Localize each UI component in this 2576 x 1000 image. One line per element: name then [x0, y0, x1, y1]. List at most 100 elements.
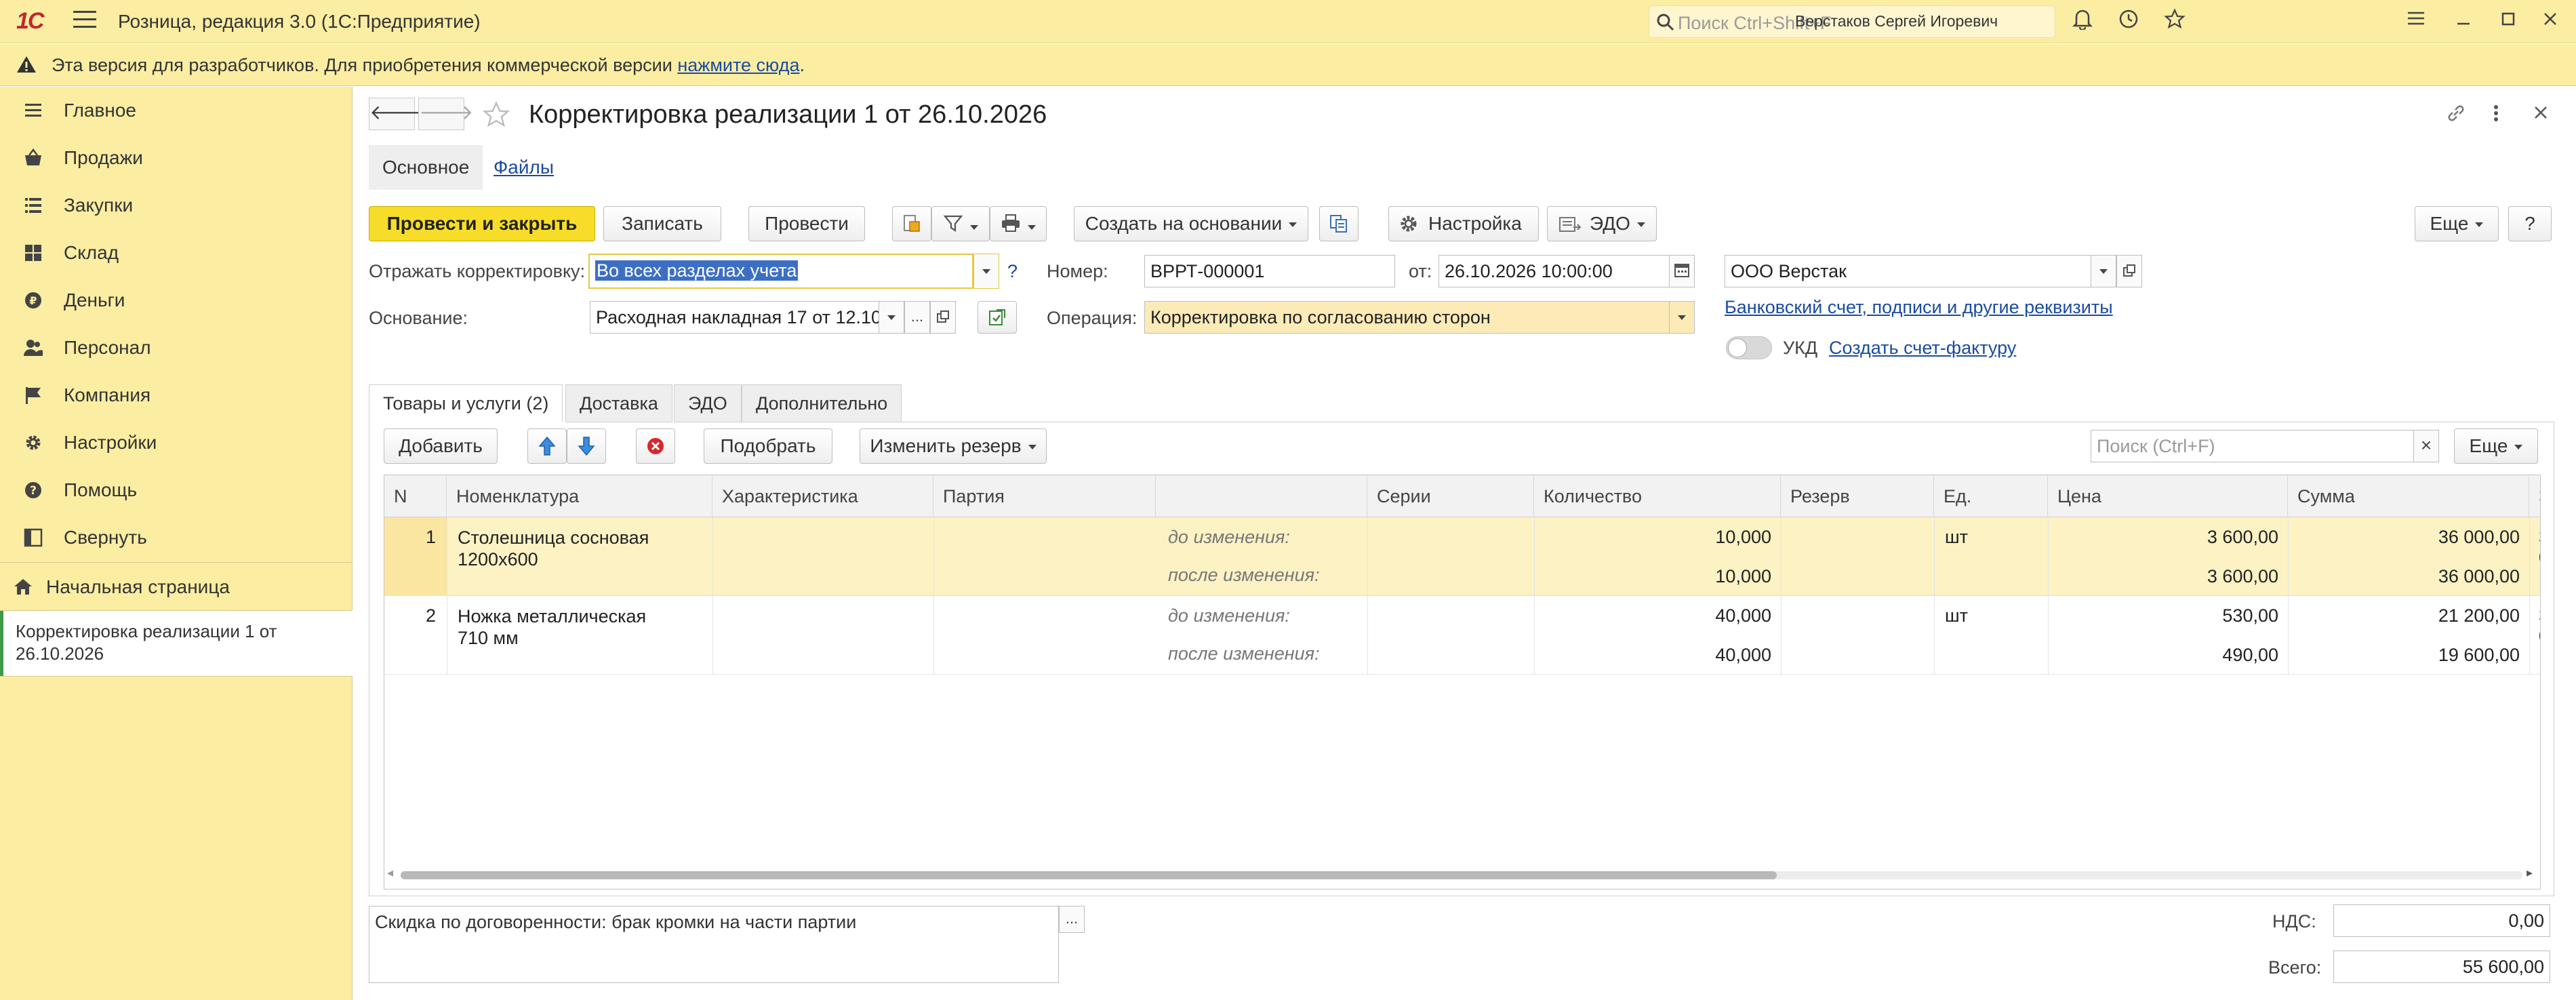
sidebar-item-collapse[interactable]: Свернуть [0, 514, 353, 561]
column-header-unit[interactable]: Ед. [1934, 475, 2048, 517]
settings-menu-icon[interactable] [2402, 8, 2430, 35]
main-menu-icon[interactable] [73, 11, 96, 31]
basis-open-button[interactable] [930, 301, 956, 334]
sidebar-item-main[interactable]: Главное [0, 87, 353, 134]
link-icon[interactable] [2444, 102, 2468, 125]
print-button[interactable] [990, 206, 1047, 241]
column-header-characteristic[interactable]: Характеристика [712, 475, 933, 517]
operation-select[interactable]: Корректировка по согласованию сторон [1144, 301, 1673, 334]
column-header-sum[interactable]: Сумма [2288, 475, 2529, 517]
tab-additional[interactable]: Дополнительно [742, 384, 902, 422]
vat-value: 0,00 [2333, 904, 2550, 937]
favorites-star-icon[interactable] [2161, 8, 2188, 35]
number-field[interactable]: ВРРТ-000001 [1144, 255, 1395, 287]
calendar-button[interactable] [1669, 255, 1695, 287]
organization-field[interactable]: ООО Верстак [1725, 255, 2092, 287]
history-icon[interactable] [2115, 8, 2142, 35]
organization-dropdown[interactable] [2091, 255, 2116, 287]
back-button[interactable]: 🡐 [369, 98, 424, 130]
sidebar-item-sales[interactable]: Продажи [0, 134, 353, 182]
grid-search-input[interactable]: Поиск (Ctrl+F) [2091, 430, 2415, 462]
tab-main[interactable]: Основное [369, 145, 483, 190]
date-field[interactable]: 26.10.2026 10:00:00 [1438, 255, 1670, 287]
menu-icon [25, 104, 41, 117]
close-window-icon[interactable] [2537, 8, 2564, 35]
fill-document-icon [989, 309, 1005, 325]
move-up-button[interactable] [527, 428, 567, 464]
post-and-close-button[interactable]: Провести и закрыть [369, 206, 595, 241]
scroll-left-arrow[interactable]: ◂ [387, 866, 393, 880]
operation-dropdown[interactable] [1669, 301, 1695, 334]
scrollbar-thumb[interactable] [401, 871, 1777, 879]
settings-button[interactable]: Настройка [1388, 206, 1539, 241]
user-name[interactable]: Верстаков Сергей Игоревич [1795, 12, 1998, 31]
fill-by-basis-button[interactable] [978, 301, 1017, 334]
more-button[interactable]: Еще [2415, 206, 2499, 241]
reflect-correction-select[interactable]: Во всех разделах учета [588, 254, 973, 289]
reflect-correction-dropdown[interactable] [973, 254, 999, 289]
bank-details-link[interactable]: Банковский счет, подписи и другие реквиз… [1725, 297, 2113, 318]
organization-open-button[interactable] [2116, 255, 2142, 287]
grid-more-button[interactable]: Еще [2454, 428, 2538, 464]
delete-row-button[interactable] [636, 428, 675, 464]
tab-files[interactable]: Файлы [480, 145, 567, 190]
sidebar-item-help[interactable]: ? Помощь [0, 466, 353, 514]
sidebar-open-document[interactable]: Корректировка реализации 1 от 26.10.2026 [0, 611, 353, 676]
ukd-toggle[interactable] [1726, 336, 1772, 359]
create-based-on-button[interactable]: Создать на основании [1074, 206, 1308, 241]
scroll-right-arrow[interactable]: ▸ [2527, 866, 2533, 880]
column-header-batch[interactable]: Партия [933, 475, 1156, 517]
sidebar-item-personnel[interactable]: Персонал [0, 324, 353, 372]
sidebar-home-page[interactable]: Начальная страница [0, 563, 353, 610]
horizontal-scrollbar[interactable]: ◂ ▸ [387, 866, 2536, 883]
grid-search-clear-button[interactable]: × [2413, 430, 2439, 462]
sidebar-item-settings[interactable]: Настройки [0, 419, 353, 466]
column-header-n[interactable]: N [384, 475, 447, 517]
column-header-change-state[interactable] [1156, 475, 1367, 517]
sidebar-item-warehouse[interactable]: Склад [0, 229, 353, 277]
pick-button[interactable]: Подобрать [704, 428, 832, 464]
related-documents-button[interactable] [1319, 206, 1359, 241]
comment-field[interactable]: Скидка по договоренности: брак кромки на… [369, 906, 1059, 983]
sidebar: Главное Продажи Закупки Склад ₽ Деньги П… [0, 87, 353, 1000]
banner-link[interactable]: нажмите сюда [677, 55, 799, 75]
minimize-icon[interactable] [2450, 8, 2477, 35]
column-header-price[interactable]: Цена [2048, 475, 2288, 517]
move-down-button[interactable] [567, 428, 606, 464]
sidebar-item-purchases[interactable]: Закупки [0, 182, 353, 229]
tab-delivery[interactable]: Доставка [565, 384, 672, 422]
money-icon: ₽ [25, 292, 41, 308]
more-actions-icon[interactable] [2489, 102, 2503, 125]
help-button[interactable]: ? [2508, 206, 2552, 241]
edo-button[interactable]: ЭДО [1547, 206, 1657, 241]
column-header-quantity[interactable]: Количество [1534, 475, 1781, 517]
basis-field[interactable]: Расходная накладная 17 от 12.10 [590, 301, 880, 334]
bell-icon[interactable] [2069, 8, 2096, 35]
column-header-reserve[interactable]: Резерв [1781, 475, 1934, 517]
basis-select-button[interactable]: ... [904, 301, 930, 334]
filter-button[interactable] [931, 206, 990, 241]
date-label: от: [1409, 261, 1432, 281]
tab-goods-services[interactable]: Товары и услуги (2) [369, 384, 563, 422]
column-header-nomenclature[interactable]: Номенклатура [447, 475, 712, 517]
sidebar-item-company[interactable]: Компания [0, 372, 353, 419]
maximize-icon[interactable] [2495, 8, 2522, 35]
tab-edo[interactable]: ЭДО [674, 384, 742, 422]
favorite-star-icon[interactable] [481, 100, 511, 129]
add-row-button[interactable]: Добавить [384, 428, 498, 464]
column-header-cut[interactable]: З [2529, 475, 2540, 517]
forward-button[interactable]: 🡒 [418, 98, 473, 130]
basis-label: Основание: [369, 308, 468, 328]
title-bar: 1С Розница, редакция 3.0 (1С:Предприятие… [0, 0, 2576, 43]
change-reserve-button[interactable]: Изменить резерв [860, 428, 1047, 464]
sidebar-item-money[interactable]: ₽ Деньги [0, 277, 353, 324]
close-form-icon[interactable] [2531, 103, 2550, 122]
basis-dropdown[interactable] [879, 301, 904, 334]
comment-edit-button[interactable]: ... [1059, 906, 1085, 933]
column-header-series[interactable]: Серии [1367, 475, 1534, 517]
post-button[interactable]: Провести [748, 206, 865, 241]
doc-structure-button[interactable] [892, 206, 931, 241]
reflect-correction-hint[interactable]: ? [1007, 261, 1018, 282]
save-button[interactable]: Записать [603, 206, 721, 241]
create-invoice-link[interactable]: Создать счет-фактуру [1829, 338, 2016, 359]
